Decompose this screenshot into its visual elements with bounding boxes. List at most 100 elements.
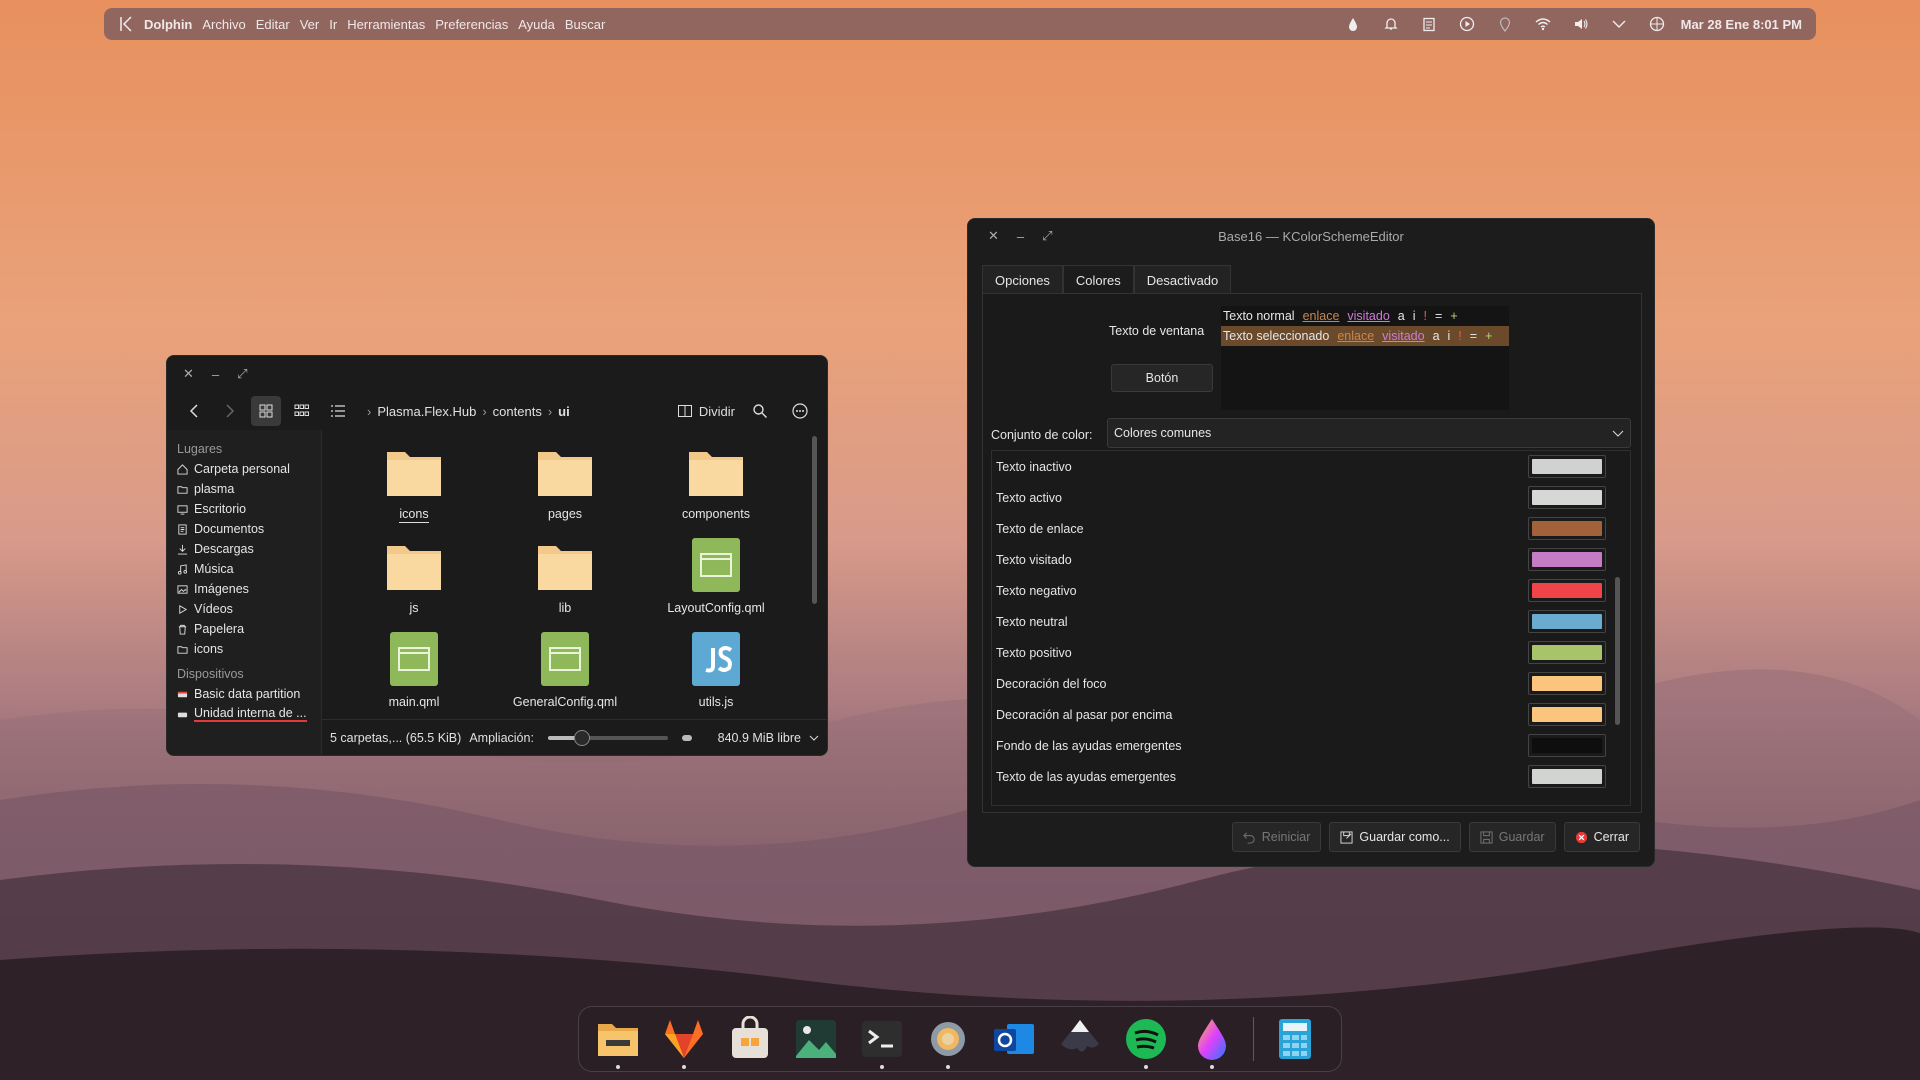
dock-app-gitlab[interactable] <box>659 1014 709 1069</box>
list-scrollbar[interactable] <box>1615 577 1620 725</box>
color-swatch-button[interactable] <box>1528 610 1606 633</box>
dock-app-terminal[interactable] <box>857 1014 907 1069</box>
color-swatch-button[interactable] <box>1528 641 1606 664</box>
color-swatch-button[interactable] <box>1528 548 1606 571</box>
place-downloads[interactable]: Descargas <box>177 539 321 559</box>
close-icon[interactable]: ✕ <box>988 228 999 244</box>
dock-app-spotify[interactable] <box>1121 1014 1171 1069</box>
place-icons[interactable]: icons <box>177 639 321 659</box>
file-item[interactable]: js <box>339 536 489 615</box>
menu-herramientas[interactable]: Herramientas <box>347 17 425 32</box>
more-button[interactable] <box>785 396 815 426</box>
maximize-icon[interactable]: ⤢ <box>237 366 247 382</box>
color-swatch-button[interactable] <box>1528 765 1606 788</box>
place-trash[interactable]: Papelera <box>177 619 321 639</box>
dock-app-inkscape[interactable] <box>1055 1014 1105 1064</box>
dock-app-files[interactable] <box>593 1014 643 1069</box>
dock-app-calculator[interactable] <box>1270 1014 1320 1064</box>
device-basic-data[interactable]: Basic data partition <box>177 684 321 704</box>
dock-app-settings[interactable] <box>923 1014 973 1069</box>
clipboard-icon[interactable] <box>1421 16 1437 32</box>
place-images[interactable]: Imágenes <box>177 579 321 599</box>
file-item[interactable]: lib <box>490 536 640 615</box>
location-icon[interactable] <box>1497 16 1513 32</box>
close-icon[interactable]: ✕ <box>183 366 194 382</box>
search-button[interactable] <box>745 396 775 426</box>
color-role-row[interactable]: Texto activo <box>992 482 1630 513</box>
bell-icon[interactable] <box>1383 16 1399 32</box>
color-swatch-button[interactable] <box>1528 486 1606 509</box>
vertical-scrollbar[interactable] <box>812 436 817 604</box>
dock-app-store[interactable] <box>725 1014 775 1064</box>
color-swatch-button[interactable] <box>1528 517 1606 540</box>
app-menu-name[interactable]: Dolphin <box>144 17 192 32</box>
reset-button[interactable]: Reiniciar <box>1231 822 1322 852</box>
menu-archivo[interactable]: Archivo <box>202 17 245 32</box>
color-role-row[interactable]: Texto de las ayudas emergentes <box>992 761 1630 792</box>
tab-desactivado[interactable]: Desactivado <box>1133 265 1232 296</box>
minimize-icon[interactable]: – <box>1017 229 1024 244</box>
breadcrumb-item[interactable]: Plasma.Flex.Hub <box>377 404 476 419</box>
save-button[interactable]: Guardar <box>1468 822 1556 852</box>
icons-view-button[interactable] <box>251 396 281 426</box>
color-swatch-button[interactable] <box>1528 672 1606 695</box>
collapse-icon[interactable] <box>118 15 134 33</box>
save-as-button[interactable]: Guardar como... <box>1329 822 1461 852</box>
color-role-row[interactable]: Texto de enlace <box>992 513 1630 544</box>
menu-preferencias[interactable]: Preferencias <box>435 17 508 32</box>
free-space[interactable]: 840.9 MiB libre <box>718 731 819 745</box>
color-role-row[interactable]: Decoración del foco <box>992 668 1630 699</box>
preview-button[interactable]: Botón <box>1111 364 1213 392</box>
wifi-icon[interactable] <box>1535 16 1551 32</box>
file-item[interactable]: LayoutConfig.qml <box>641 536 791 615</box>
forward-button[interactable] <box>215 396 245 426</box>
file-item[interactable]: components <box>641 442 791 521</box>
file-item[interactable]: GeneralConfig.qml <box>490 630 640 709</box>
place-videos[interactable]: Vídeos <box>177 599 321 619</box>
place-desktop[interactable]: Escritorio <box>177 499 321 519</box>
file-item[interactable]: main.qml <box>339 630 489 709</box>
color-role-row[interactable]: Texto inactivo <box>992 451 1630 482</box>
drop-icon[interactable] <box>1345 16 1361 32</box>
menu-ver[interactable]: Ver <box>300 17 320 32</box>
chevron-down-icon[interactable] <box>1611 16 1627 32</box>
network-globe-icon[interactable] <box>1649 16 1665 32</box>
media-play-icon[interactable] <box>1459 16 1475 32</box>
color-role-row[interactable]: Texto negativo <box>992 575 1630 606</box>
color-set-select[interactable]: Colores comunes <box>1107 418 1631 448</box>
clock[interactable]: Mar 28 Ene 8:01 PM <box>1681 17 1802 32</box>
dock-app-color-picker[interactable] <box>1187 1014 1237 1069</box>
color-role-row[interactable]: Texto neutral <box>992 606 1630 637</box>
minimize-icon[interactable]: – <box>212 367 219 382</box>
color-role-row[interactable]: Fondo de las ayudas emergentes <box>992 730 1630 761</box>
menu-buscar[interactable]: Buscar <box>565 17 605 32</box>
back-button[interactable] <box>179 396 209 426</box>
menu-ir[interactable]: Ir <box>329 17 337 32</box>
file-item[interactable]: icons <box>339 442 489 523</box>
color-swatch-button[interactable] <box>1528 579 1606 602</box>
breadcrumb-current[interactable]: ui <box>558 404 570 419</box>
breadcrumb-item[interactable]: contents <box>493 404 542 419</box>
file-item[interactable]: utils.js <box>641 630 791 709</box>
zoom-slider[interactable] <box>547 729 668 746</box>
details-view-button[interactable] <box>323 396 353 426</box>
place-home[interactable]: Carpeta personal <box>177 459 321 479</box>
volume-icon[interactable] <box>1573 16 1589 32</box>
color-role-row[interactable]: Texto positivo <box>992 637 1630 668</box>
color-role-row[interactable]: Decoración al pasar por encima <box>992 699 1630 730</box>
split-button[interactable]: Dividir <box>677 403 735 419</box>
close-button[interactable]: Cerrar <box>1563 822 1640 852</box>
menu-ayuda[interactable]: Ayuda <box>518 17 555 32</box>
color-swatch-button[interactable] <box>1528 734 1606 757</box>
dock-app-image-viewer[interactable] <box>791 1014 841 1064</box>
dock-app-outlook[interactable] <box>989 1014 1039 1064</box>
color-role-row[interactable]: Texto visitado <box>992 544 1630 575</box>
place-music[interactable]: Música <box>177 559 321 579</box>
tab-opciones[interactable]: Opciones <box>982 265 1063 296</box>
place-plasma[interactable]: plasma <box>177 479 321 499</box>
color-swatch-button[interactable] <box>1528 455 1606 478</box>
place-documents[interactable]: Documentos <box>177 519 321 539</box>
tab-colores[interactable]: Colores <box>1062 265 1134 296</box>
device-internal[interactable]: Unidad interna de ... <box>177 704 321 724</box>
file-item[interactable]: pages <box>490 442 640 521</box>
